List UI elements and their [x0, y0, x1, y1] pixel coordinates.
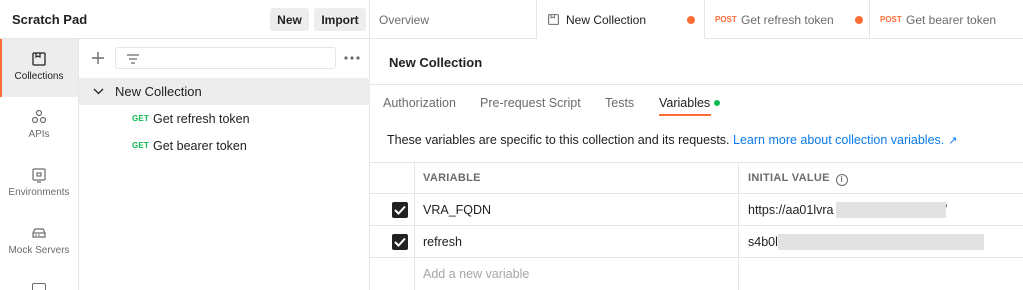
column-divider — [414, 194, 415, 225]
filter-icon — [127, 54, 139, 64]
sidebar: Collections APIs Environments Mock Serve… — [0, 39, 79, 290]
add-variable-input[interactable]: Add a new variable — [423, 267, 529, 281]
filter-input[interactable] — [115, 47, 336, 69]
sidebar-item-apis[interactable]: APIs — [0, 97, 78, 155]
tab-label: New Collection — [566, 12, 647, 27]
sidebar-item-mock-servers[interactable]: Mock Servers — [0, 213, 78, 271]
request-method: GET — [132, 114, 150, 123]
enabled-checkbox[interactable] — [392, 234, 408, 250]
checkmark-icon — [394, 237, 406, 247]
unsaved-indicator — [855, 16, 863, 24]
sidebar-item-label: Mock Servers — [8, 245, 70, 256]
tab-get-bearer-token[interactable]: POST Get bearer token — [870, 0, 1023, 39]
request-name: Get bearer token — [153, 138, 247, 153]
initial-value-text: https://aa01lvra — [748, 203, 834, 217]
collections-panel: New Collection GET Get refresh token GET… — [79, 39, 370, 290]
tree-toolbar — [79, 39, 370, 77]
unsaved-indicator — [687, 16, 695, 24]
column-divider — [414, 163, 415, 193]
sidebar-item-collections[interactable]: Collections — [0, 39, 78, 97]
import-button[interactable]: Import — [314, 8, 366, 31]
history-icon[interactable] — [32, 283, 46, 290]
more-options-icon[interactable] — [343, 52, 361, 64]
redacted-block — [778, 234, 984, 250]
new-button[interactable]: New — [270, 8, 309, 31]
table-row: VRA_FQDN https://aa01lvra/ — [370, 194, 1023, 226]
variables-status-dot — [714, 100, 720, 106]
tab-get-refresh-token[interactable]: POST Get refresh token — [705, 0, 870, 39]
collection-row[interactable]: New Collection — [79, 78, 370, 105]
subtab-tests[interactable]: Tests — [605, 96, 634, 110]
tab-overview[interactable]: Overview — [370, 0, 537, 39]
workspace-header: Scratch Pad New Import — [0, 0, 370, 39]
column-divider — [414, 258, 415, 290]
info-line: These variables are specific to this col… — [387, 133, 957, 147]
info-text: These variables are specific to this col… — [387, 133, 730, 147]
request-name: Get refresh token — [153, 111, 250, 126]
tab-label: Overview — [379, 12, 430, 27]
apis-icon — [31, 109, 47, 124]
tab-bar: Overview New Collection POST Get refresh… — [370, 0, 1023, 40]
chevron-down-icon[interactable] — [93, 86, 104, 97]
add-icon[interactable] — [90, 50, 106, 66]
column-divider — [738, 226, 739, 257]
subtab-pre-request-script[interactable]: Pre-request Script — [480, 96, 581, 110]
enabled-checkbox[interactable] — [392, 202, 408, 218]
collections-icon — [32, 52, 46, 66]
subtab-variables[interactable]: Variables — [659, 96, 712, 116]
table-row: refresh s4b0l — [370, 226, 1023, 258]
external-link-icon[interactable]: ↗ — [948, 135, 957, 147]
table-header-row: VARIABLE INITIAL VALUE i — [370, 162, 1023, 194]
request-row[interactable]: GET Get refresh token — [79, 105, 370, 132]
column-header-label: INITIAL VALUE — [748, 172, 830, 184]
tab-label: Get bearer token — [906, 12, 997, 27]
tab-method: POST — [880, 15, 902, 24]
sidebar-item-environments[interactable]: Environments — [0, 155, 78, 213]
sidebar-item-label: Collections — [14, 71, 64, 82]
info-icon[interactable]: i — [835, 174, 848, 186]
mock-servers-icon — [32, 228, 46, 238]
subtab-authorization[interactable]: Authorization — [383, 96, 456, 110]
collection-name: New Collection — [115, 84, 202, 99]
column-divider — [738, 194, 739, 225]
redacted-block — [836, 202, 946, 218]
checkmark-icon — [394, 205, 406, 215]
initial-value[interactable]: s4b0l — [748, 235, 778, 249]
page-title[interactable]: New Collection — [389, 55, 482, 70]
workspace-title[interactable]: Scratch Pad — [12, 12, 87, 27]
main-panel: New Collection Authorization Pre-request… — [370, 39, 1023, 290]
column-divider — [738, 258, 739, 290]
tab-method: POST — [715, 15, 737, 24]
environments-icon — [32, 168, 46, 183]
tab-label: Get refresh token — [741, 12, 834, 27]
tab-new-collection[interactable]: New Collection — [537, 0, 705, 40]
column-header-initial-value: INITIAL VALUE i — [748, 172, 848, 186]
collection-icon — [548, 14, 559, 25]
variable-name[interactable]: refresh — [423, 235, 462, 249]
request-method: GET — [132, 141, 150, 150]
learn-more-link[interactable]: Learn more about collection variables. — [733, 133, 944, 147]
column-divider — [414, 226, 415, 257]
column-header-variable: VARIABLE — [423, 172, 481, 184]
variable-name[interactable]: VRA_FQDN — [423, 203, 491, 217]
column-divider — [738, 163, 739, 193]
sidebar-item-label: Environments — [8, 187, 70, 198]
table-row: Add a new variable — [370, 258, 1023, 290]
divider — [370, 84, 1023, 85]
sidebar-item-label: APIs — [28, 129, 50, 140]
request-row[interactable]: GET Get bearer token — [79, 132, 370, 159]
